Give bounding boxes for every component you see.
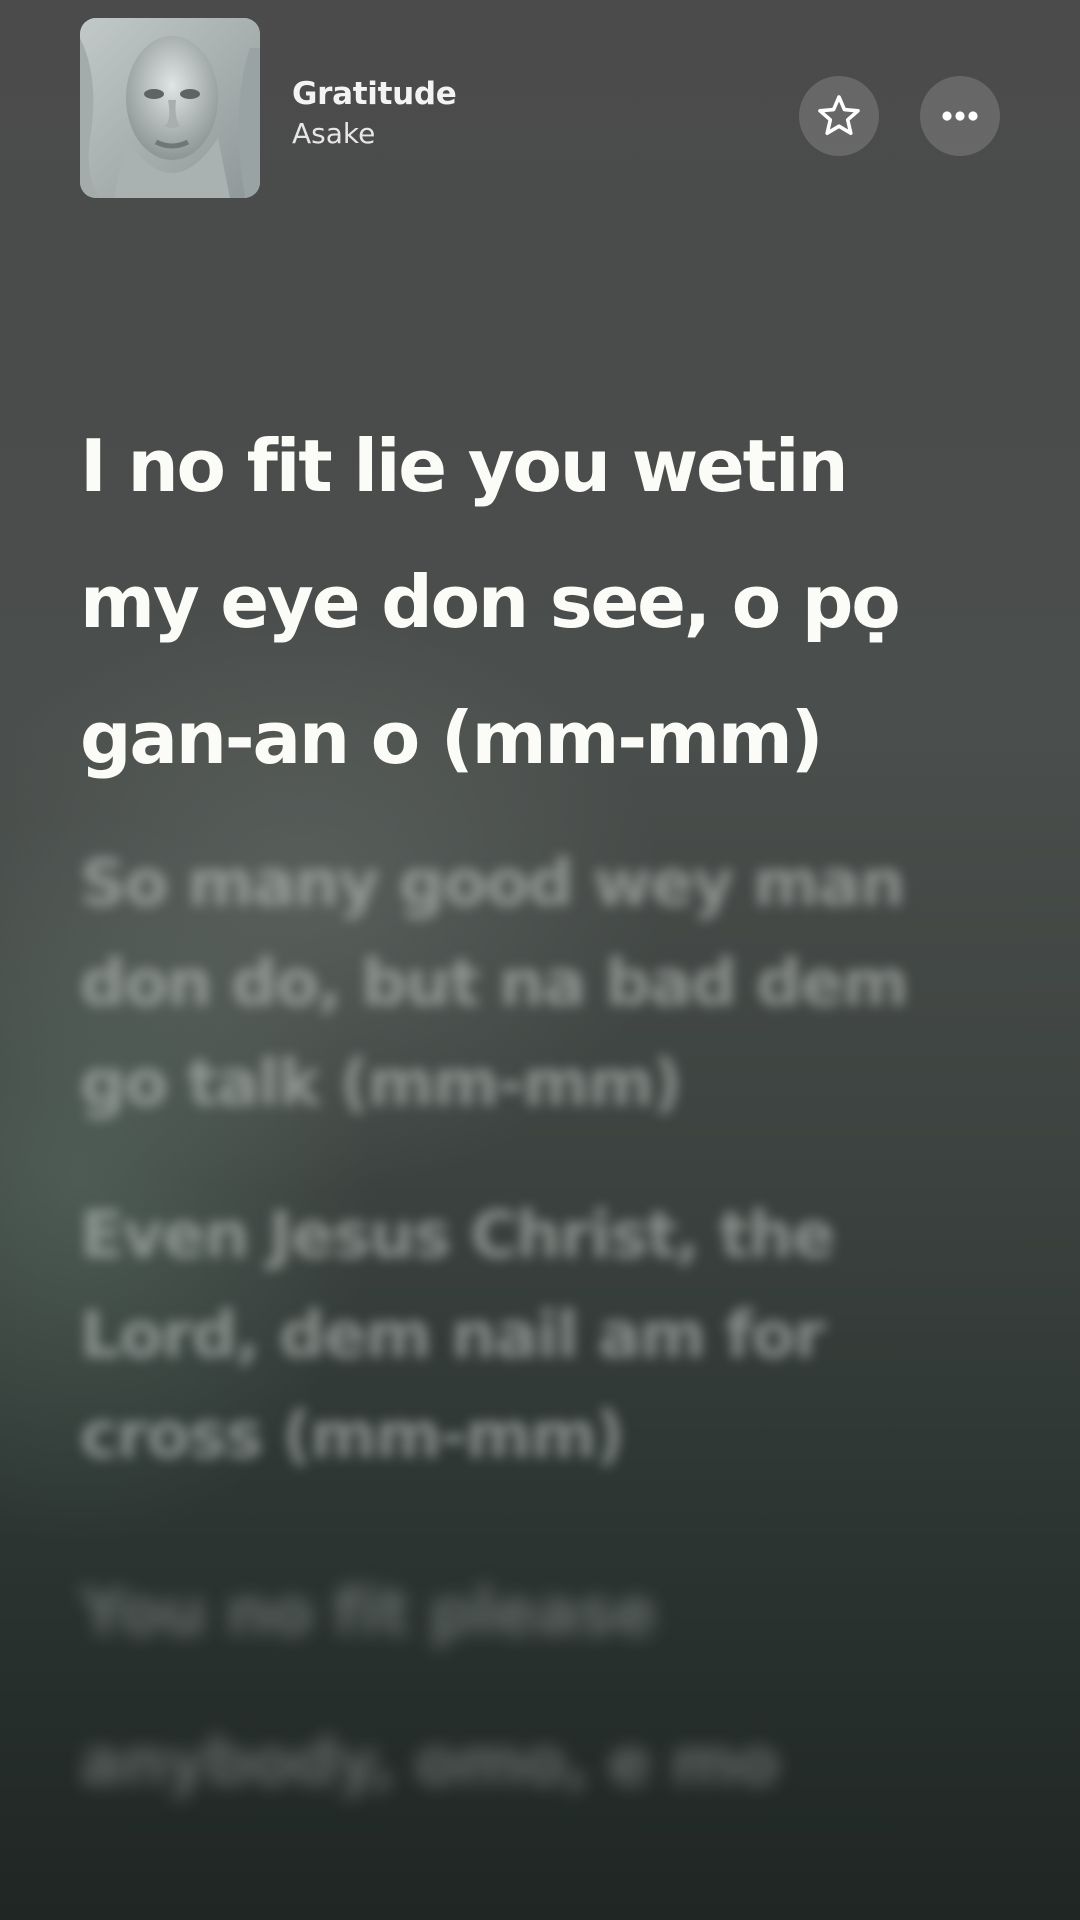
more-options-button[interactable]	[920, 76, 1000, 156]
now-playing-header: Gratitude Asake	[0, 0, 1080, 210]
song-title[interactable]: Gratitude	[292, 76, 457, 112]
artist-name[interactable]: Asake	[292, 117, 375, 150]
lyric-line-upcoming[interactable]: You no fit please anybody, omo, e mo	[80, 1538, 980, 1838]
lyrics-view[interactable]: I no fit lie you wetin my eye don see, o…	[80, 398, 1000, 1890]
lyric-line-upcoming[interactable]: Even Jesus Christ, the Lord, dem nail am…	[80, 1186, 980, 1486]
ellipsis-icon	[942, 111, 978, 121]
favorite-button[interactable]	[799, 76, 879, 156]
album-art[interactable]	[80, 18, 260, 198]
lyric-line-upcoming[interactable]: So many good wey man don do, but na bad …	[80, 834, 980, 1134]
star-icon	[818, 95, 860, 135]
lyric-line-active[interactable]: I no fit lie you wetin my eye don see, o…	[80, 398, 980, 806]
album-cover-image	[80, 18, 260, 198]
